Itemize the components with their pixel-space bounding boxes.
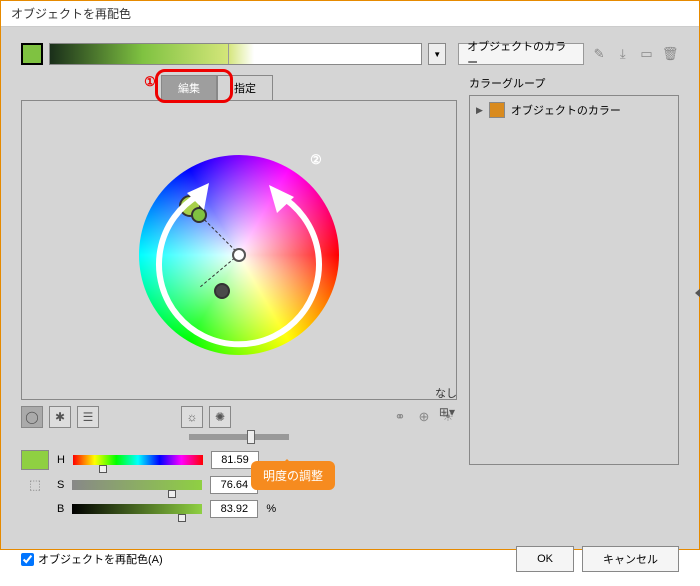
top-toolbar: ▼ オブジェクトのカラー ✎ ⤓ ▭ 🗑 [21, 43, 679, 65]
active-color-swatch[interactable] [21, 43, 43, 65]
b-unit: % [266, 503, 276, 515]
folder-icon[interactable]: ▭ [638, 45, 656, 63]
recolor-dialog: オブジェクトを再配色 ▼ オブジェクトのカラー ✎ ⤓ ▭ 🗑 ① 編集 指定 [0, 0, 700, 550]
color-group-item[interactable]: ▶ オブジェクトのカラー [474, 100, 674, 120]
dialog-footer: オブジェクトを再配色(A) OK キャンセル [1, 536, 699, 586]
chevron-right-icon: ▶ [476, 105, 483, 116]
saturation-mode-icon[interactable]: ✺ [209, 406, 231, 428]
preset-name[interactable]: オブジェクトのカラー [458, 43, 584, 65]
window-title: オブジェクトを再配色 [1, 1, 699, 27]
color-group-list: ▶ オブジェクトのカラー [469, 95, 679, 465]
brightness-slider[interactable] [189, 434, 289, 440]
save-icon[interactable]: ⤓ [614, 45, 632, 63]
recolor-checkbox-row[interactable]: オブジェクトを再配色(A) [21, 551, 163, 567]
group-item-label: オブジェクトのカラー [511, 102, 621, 118]
hue-slider[interactable] [73, 455, 203, 465]
s-label: S [57, 479, 64, 491]
wheel-mode-segmented[interactable]: ✱ [49, 406, 71, 428]
recolor-checkbox[interactable] [21, 553, 34, 566]
edit-panel: ① 編集 指定 [21, 75, 457, 524]
annotation-badge-2: ② [307, 151, 325, 169]
color-group-title: カラーグループ [469, 75, 679, 91]
wand-icon[interactable]: ✎ [590, 45, 608, 63]
harmony-dropdown[interactable]: ▼ [428, 43, 446, 65]
cube-icon[interactable]: ⬚ [21, 476, 49, 494]
annotation-bubble: 明度の調整 [251, 461, 335, 490]
brightness-slider-thumb[interactable] [247, 430, 255, 444]
rotation-arrow-icon [139, 155, 339, 355]
color-wheel-frame: ② [21, 100, 457, 400]
add-color-icon[interactable]: ⊕ [415, 408, 433, 426]
link-icon[interactable]: ⚭ [391, 408, 409, 426]
harmony-preview[interactable] [49, 43, 423, 65]
wheel-controls: ◯ ✱ ☰ ☼ ✺ ⚭ ⊕ ☀ [21, 406, 457, 428]
h-label: H [57, 454, 65, 466]
group-item-swatch [489, 102, 505, 118]
brightness-mode-icon[interactable]: ☼ [181, 406, 203, 428]
recolor-checkbox-label: オブジェクトを再配色(A) [38, 551, 163, 567]
bri-input[interactable] [210, 500, 258, 518]
annotation-badge-1: ① [141, 73, 159, 91]
tab-assign[interactable]: 指定 [217, 75, 273, 101]
tab-edit[interactable]: 編集 [161, 75, 217, 101]
bri-slider[interactable] [72, 504, 202, 514]
current-color-swatch[interactable] [21, 450, 49, 470]
hsb-controls: H ⬚ S % B [21, 450, 457, 518]
grid-icon[interactable]: ⊞▾ [439, 405, 455, 419]
color-group-panel: カラーグループ ▶ オブジェクトのカラー [469, 75, 679, 524]
none-label: なし [435, 385, 457, 401]
b-label: B [57, 503, 64, 515]
trash-icon[interactable]: 🗑 [661, 45, 679, 63]
wheel-mode-bars[interactable]: ☰ [77, 406, 99, 428]
panel-collapse-icon[interactable] [695, 287, 700, 299]
sat-slider[interactable] [72, 480, 202, 490]
wheel-mode-smooth[interactable]: ◯ [21, 406, 43, 428]
color-wheel[interactable] [139, 155, 339, 355]
